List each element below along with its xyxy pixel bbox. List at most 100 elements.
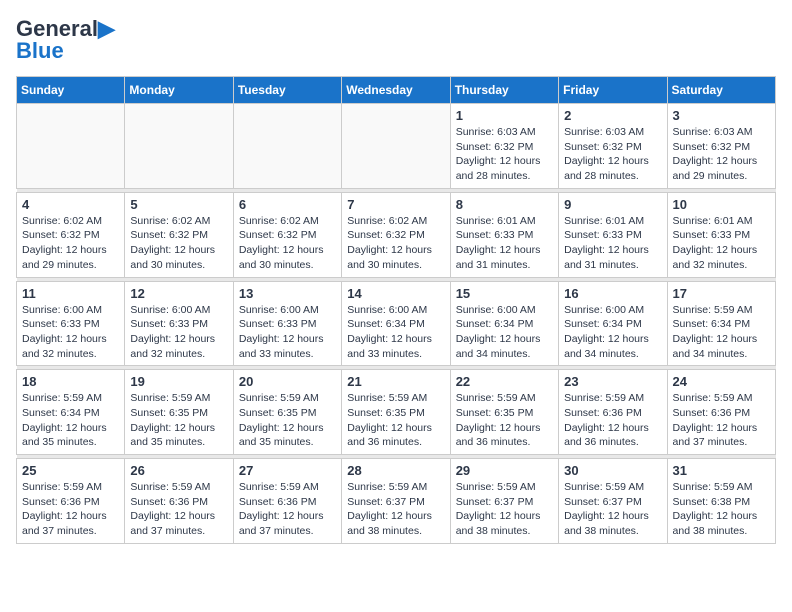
day-detail: Sunrise: 6:00 AM Sunset: 6:33 PM Dayligh… (130, 303, 227, 362)
day-number: 28 (347, 463, 444, 478)
calendar-cell-31: 31 Sunrise: 5:59 AM Sunset: 6:38 PM Dayli… (667, 459, 775, 544)
calendar-cell-17: 17 Sunrise: 5:59 AM Sunset: 6:34 PM Dayli… (667, 281, 775, 366)
weekday-header-tuesday: Tuesday (233, 77, 341, 104)
day-detail: Sunrise: 5:59 AM Sunset: 6:37 PM Dayligh… (456, 480, 553, 539)
calendar-cell-26: 26 Sunrise: 5:59 AM Sunset: 6:36 PM Dayli… (125, 459, 233, 544)
page-header: General▶ Blue (16, 16, 776, 64)
logo: General▶ Blue (16, 16, 115, 64)
day-detail: Sunrise: 5:59 AM Sunset: 6:36 PM Dayligh… (130, 480, 227, 539)
calendar-cell-7: 7 Sunrise: 6:02 AM Sunset: 6:32 PM Daylig… (342, 192, 450, 277)
calendar-cell-27: 27 Sunrise: 5:59 AM Sunset: 6:36 PM Dayli… (233, 459, 341, 544)
day-detail: Sunrise: 5:59 AM Sunset: 6:36 PM Dayligh… (564, 391, 661, 450)
day-number: 13 (239, 286, 336, 301)
day-detail: Sunrise: 5:59 AM Sunset: 6:37 PM Dayligh… (347, 480, 444, 539)
day-number: 22 (456, 374, 553, 389)
day-detail: Sunrise: 6:01 AM Sunset: 6:33 PM Dayligh… (564, 214, 661, 273)
calendar-cell-28: 28 Sunrise: 5:59 AM Sunset: 6:37 PM Dayli… (342, 459, 450, 544)
week-row-5: 25 Sunrise: 5:59 AM Sunset: 6:36 PM Dayli… (17, 459, 776, 544)
day-detail: Sunrise: 6:00 AM Sunset: 6:34 PM Dayligh… (564, 303, 661, 362)
day-number: 7 (347, 197, 444, 212)
day-number: 9 (564, 197, 661, 212)
day-number: 3 (673, 108, 770, 123)
day-detail: Sunrise: 6:02 AM Sunset: 6:32 PM Dayligh… (130, 214, 227, 273)
day-number: 27 (239, 463, 336, 478)
calendar-cell-empty (17, 104, 125, 189)
day-number: 20 (239, 374, 336, 389)
day-detail: Sunrise: 6:00 AM Sunset: 6:34 PM Dayligh… (347, 303, 444, 362)
day-detail: Sunrise: 5:59 AM Sunset: 6:35 PM Dayligh… (456, 391, 553, 450)
calendar-cell-12: 12 Sunrise: 6:00 AM Sunset: 6:33 PM Dayli… (125, 281, 233, 366)
day-detail: Sunrise: 6:02 AM Sunset: 6:32 PM Dayligh… (239, 214, 336, 273)
day-number: 15 (456, 286, 553, 301)
day-number: 2 (564, 108, 661, 123)
week-row-4: 18Sunrise: 5:59 AM Sunset: 6:34 PM Dayli… (17, 370, 776, 455)
day-detail: Sunrise: 5:59 AM Sunset: 6:35 PM Dayligh… (130, 391, 227, 450)
day-detail: Sunrise: 5:59 AM Sunset: 6:36 PM Dayligh… (22, 480, 119, 539)
week-row-2: 4Sunrise: 6:02 AM Sunset: 6:32 PM Daylig… (17, 192, 776, 277)
day-number: 25 (22, 463, 119, 478)
calendar-cell-19: 19 Sunrise: 5:59 AM Sunset: 6:35 PM Dayli… (125, 370, 233, 455)
calendar-cell-15: 15 Sunrise: 6:00 AM Sunset: 6:34 PM Dayli… (450, 281, 558, 366)
weekday-header-wednesday: Wednesday (342, 77, 450, 104)
day-number: 8 (456, 197, 553, 212)
day-number: 31 (673, 463, 770, 478)
weekday-header-sunday: Sunday (17, 77, 125, 104)
calendar-cell-4: 4Sunrise: 6:02 AM Sunset: 6:32 PM Daylig… (17, 192, 125, 277)
day-detail: Sunrise: 5:59 AM Sunset: 6:34 PM Dayligh… (673, 303, 770, 362)
calendar-cell-9: 9 Sunrise: 6:01 AM Sunset: 6:33 PM Daylig… (559, 192, 667, 277)
day-detail: Sunrise: 6:03 AM Sunset: 6:32 PM Dayligh… (564, 125, 661, 184)
calendar-cell-30: 30 Sunrise: 5:59 AM Sunset: 6:37 PM Dayli… (559, 459, 667, 544)
calendar-cell-empty (233, 104, 341, 189)
day-detail: Sunrise: 5:59 AM Sunset: 6:36 PM Dayligh… (673, 391, 770, 450)
week-row-3: 11 Sunrise: 6:00 AM Sunset: 6:33 PM Dayli… (17, 281, 776, 366)
weekday-header-row: SundayMondayTuesdayWednesdayThursdayFrid… (17, 77, 776, 104)
day-number: 5 (130, 197, 227, 212)
day-number: 11 (22, 286, 119, 301)
calendar-cell-5: 5 Sunrise: 6:02 AM Sunset: 6:32 PM Daylig… (125, 192, 233, 277)
weekday-header-monday: Monday (125, 77, 233, 104)
day-detail: Sunrise: 5:59 AM Sunset: 6:34 PM Dayligh… (22, 391, 119, 450)
day-number: 17 (673, 286, 770, 301)
day-number: 30 (564, 463, 661, 478)
day-detail: Sunrise: 5:59 AM Sunset: 6:36 PM Dayligh… (239, 480, 336, 539)
calendar-cell-10: 10Sunrise: 6:01 AM Sunset: 6:33 PM Dayli… (667, 192, 775, 277)
day-detail: Sunrise: 6:02 AM Sunset: 6:32 PM Dayligh… (22, 214, 119, 273)
day-detail: Sunrise: 6:02 AM Sunset: 6:32 PM Dayligh… (347, 214, 444, 273)
logo-blue: Blue (16, 38, 64, 64)
day-number: 21 (347, 374, 444, 389)
calendar-cell-24: 24Sunrise: 5:59 AM Sunset: 6:36 PM Dayli… (667, 370, 775, 455)
calendar-cell-23: 23 Sunrise: 5:59 AM Sunset: 6:36 PM Dayli… (559, 370, 667, 455)
calendar-cell-20: 20Sunrise: 5:59 AM Sunset: 6:35 PM Dayli… (233, 370, 341, 455)
weekday-header-friday: Friday (559, 77, 667, 104)
calendar-cell-2: 2 Sunrise: 6:03 AM Sunset: 6:32 PM Daylig… (559, 104, 667, 189)
day-detail: Sunrise: 6:01 AM Sunset: 6:33 PM Dayligh… (456, 214, 553, 273)
day-number: 26 (130, 463, 227, 478)
calendar-cell-21: 21 Sunrise: 5:59 AM Sunset: 6:35 PM Dayli… (342, 370, 450, 455)
calendar-cell-29: 29 Sunrise: 5:59 AM Sunset: 6:37 PM Dayli… (450, 459, 558, 544)
calendar-cell-14: 14Sunrise: 6:00 AM Sunset: 6:34 PM Dayli… (342, 281, 450, 366)
day-number: 12 (130, 286, 227, 301)
day-number: 29 (456, 463, 553, 478)
calendar-cell-16: 16Sunrise: 6:00 AM Sunset: 6:34 PM Dayli… (559, 281, 667, 366)
day-number: 6 (239, 197, 336, 212)
day-detail: Sunrise: 6:03 AM Sunset: 6:32 PM Dayligh… (673, 125, 770, 184)
day-detail: Sunrise: 5:59 AM Sunset: 6:38 PM Dayligh… (673, 480, 770, 539)
calendar-cell-11: 11 Sunrise: 6:00 AM Sunset: 6:33 PM Dayli… (17, 281, 125, 366)
calendar-cell-22: 22 Sunrise: 5:59 AM Sunset: 6:35 PM Dayli… (450, 370, 558, 455)
week-row-1: 1 Sunrise: 6:03 AM Sunset: 6:32 PM Daylig… (17, 104, 776, 189)
day-detail: Sunrise: 6:00 AM Sunset: 6:33 PM Dayligh… (22, 303, 119, 362)
calendar-cell-empty (125, 104, 233, 189)
day-number: 1 (456, 108, 553, 123)
day-detail: Sunrise: 5:59 AM Sunset: 6:37 PM Dayligh… (564, 480, 661, 539)
calendar-cell-18: 18Sunrise: 5:59 AM Sunset: 6:34 PM Dayli… (17, 370, 125, 455)
day-number: 19 (130, 374, 227, 389)
day-detail: Sunrise: 6:00 AM Sunset: 6:34 PM Dayligh… (456, 303, 553, 362)
weekday-header-saturday: Saturday (667, 77, 775, 104)
day-detail: Sunrise: 5:59 AM Sunset: 6:35 PM Dayligh… (347, 391, 444, 450)
calendar-cell-25: 25 Sunrise: 5:59 AM Sunset: 6:36 PM Dayli… (17, 459, 125, 544)
weekday-header-thursday: Thursday (450, 77, 558, 104)
day-number: 23 (564, 374, 661, 389)
calendar-cell-8: 8 Sunrise: 6:01 AM Sunset: 6:33 PM Daylig… (450, 192, 558, 277)
day-detail: Sunrise: 6:03 AM Sunset: 6:32 PM Dayligh… (456, 125, 553, 184)
day-detail: Sunrise: 6:00 AM Sunset: 6:33 PM Dayligh… (239, 303, 336, 362)
